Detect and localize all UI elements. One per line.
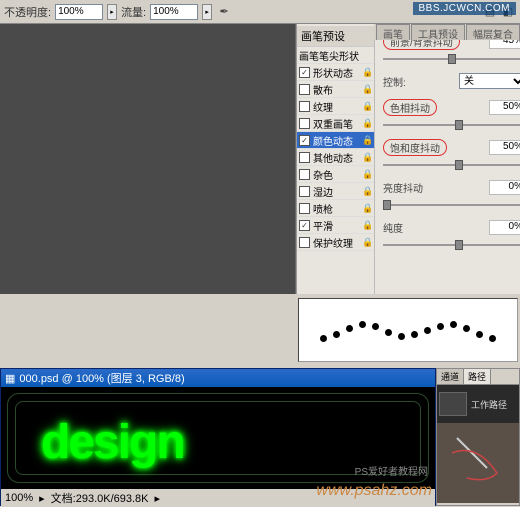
doc-size-info: 文档:293.0K/693.8K	[51, 490, 149, 506]
panel-tabs: 画笔 工具预设 幅层复合	[374, 24, 520, 40]
lock-icon: 🔒	[362, 203, 372, 214]
brush-preset-item[interactable]: 湿边🔒	[297, 183, 374, 200]
preset-label: 画笔笔尖形状	[299, 48, 372, 63]
tab-brush[interactable]: 画笔	[376, 24, 410, 40]
tab-paths[interactable]: 路径	[464, 369, 491, 384]
checkbox-icon[interactable]: ✓	[299, 135, 310, 146]
brush-preset-item[interactable]: ✓平滑🔒	[297, 217, 374, 234]
flow-dropdown[interactable]: ▸	[202, 4, 212, 20]
color-dynamics-controls: 前景/背景抖动 45% 控制: 关 色相抖动 50% 饱和度抖动 50% 亮度抖…	[375, 24, 520, 294]
brush-preset-item[interactable]: ✓颜色动态🔒	[297, 132, 374, 149]
needle-thread-preview	[437, 423, 519, 503]
preset-label: 纹理	[313, 99, 359, 114]
brush-preset-item[interactable]: 保护纹理🔒	[297, 234, 374, 251]
brush-preset-item[interactable]: 双重画笔🔒	[297, 115, 374, 132]
brush-preset-header[interactable]: 画笔预设	[297, 26, 374, 47]
preset-label: 喷枪	[313, 201, 359, 216]
brush-preset-item[interactable]: 纹理🔒	[297, 98, 374, 115]
lock-icon: 🔒	[362, 101, 372, 112]
checkbox-icon[interactable]	[299, 84, 310, 95]
fg-bg-jitter-slider[interactable]	[383, 56, 520, 62]
lock-icon: 🔒	[362, 135, 372, 146]
brush-preset-item[interactable]: ✓形状动态🔒	[297, 64, 374, 81]
checkbox-icon[interactable]	[299, 186, 310, 197]
zoom-value[interactable]: 100%	[5, 492, 33, 504]
path-item-label: 工作路径	[471, 398, 507, 411]
watermark-url: www.psahz.com	[316, 482, 432, 500]
lock-icon: 🔒	[362, 84, 372, 95]
checkbox-icon[interactable]: ✓	[299, 67, 310, 78]
empty-canvas-area	[0, 24, 296, 294]
flow-input[interactable]	[150, 4, 198, 20]
status-dropdown-icon[interactable]: ▸	[155, 492, 161, 505]
document-icon: ▦	[5, 372, 15, 385]
checkbox-icon[interactable]	[299, 118, 310, 129]
brush-preset-item[interactable]: 画笔笔尖形状	[297, 47, 374, 64]
lock-icon: 🔒	[362, 186, 372, 197]
preset-label: 保护纹理	[313, 235, 359, 250]
control-label: 控制:	[383, 74, 453, 89]
preset-label: 平滑	[313, 218, 359, 233]
preset-label: 湿边	[313, 184, 359, 199]
flow-label: 流量:	[121, 4, 146, 20]
purity-value[interactable]: 0%	[489, 220, 520, 235]
hue-jitter-label: 色相抖动	[383, 99, 437, 116]
path-thumbnail	[439, 392, 467, 416]
sat-jitter-value[interactable]: 50%	[489, 140, 520, 155]
hue-jitter-value[interactable]: 50%	[489, 100, 520, 115]
preset-label: 颜色动态	[313, 133, 359, 148]
zoom-dropdown-icon[interactable]: ▸	[39, 492, 45, 505]
opacity-label: 不透明度:	[4, 4, 51, 20]
brush-panel: 画笔预设 画笔笔尖形状✓形状动态🔒散布🔒纹理🔒双重画笔🔒✓颜色动态🔒其他动态🔒杂…	[296, 24, 520, 294]
checkbox-icon[interactable]: ✓	[299, 220, 310, 231]
document-titlebar[interactable]: ▦ 000.psd @ 100% (图层 3, RGB/8)	[1, 369, 435, 387]
checkbox-icon[interactable]	[299, 203, 310, 214]
document-title-text: 000.psd @ 100% (图层 3, RGB/8)	[19, 370, 184, 386]
preset-label: 散布	[313, 82, 359, 97]
control-select[interactable]: 关	[459, 73, 520, 89]
purity-slider[interactable]	[383, 242, 520, 248]
brush-preset-item[interactable]: 其他动态🔒	[297, 149, 374, 166]
checkbox-icon[interactable]	[299, 237, 310, 248]
stroke-dots	[320, 327, 496, 334]
bri-jitter-slider[interactable]	[383, 202, 520, 208]
hue-jitter-slider[interactable]	[383, 122, 520, 128]
bri-jitter-value[interactable]: 0%	[489, 180, 520, 195]
path-list-item[interactable]: 工作路径	[437, 385, 519, 423]
lock-icon: 🔒	[362, 237, 372, 248]
watermark-ps-text: PS爱好者教程网	[355, 463, 428, 478]
checkbox-icon[interactable]	[299, 169, 310, 180]
brush-preset-item[interactable]: 散布🔒	[297, 81, 374, 98]
lock-icon: 🔒	[362, 169, 372, 180]
lock-icon: 🔒	[362, 67, 372, 78]
lock-icon: 🔒	[362, 220, 372, 231]
paths-panel: 通道 路径 工作路径	[436, 368, 520, 506]
preset-label: 形状动态	[313, 65, 359, 80]
neon-text: design	[41, 415, 184, 470]
tab-layer-comp[interactable]: 幅层复合	[466, 24, 520, 40]
watermark-header: BBS.JCWCN.COM	[413, 2, 517, 15]
preset-label: 双重画笔	[313, 116, 359, 131]
lock-icon: 🔒	[362, 118, 372, 129]
brush-preset-item[interactable]: 喷枪🔒	[297, 200, 374, 217]
checkbox-icon[interactable]	[299, 152, 310, 163]
sat-jitter-label: 饱和度抖动	[383, 139, 447, 156]
sat-jitter-slider[interactable]	[383, 162, 520, 168]
opacity-dropdown[interactable]: ▸	[107, 4, 117, 20]
preset-label: 杂色	[313, 167, 359, 182]
brush-preset-item[interactable]: 杂色🔒	[297, 166, 374, 183]
brush-preset-list: 画笔预设 画笔笔尖形状✓形状动态🔒散布🔒纹理🔒双重画笔🔒✓颜色动态🔒其他动态🔒杂…	[297, 24, 375, 294]
bri-jitter-label: 亮度抖动	[383, 180, 453, 195]
tab-tool-preset[interactable]: 工具预设	[411, 24, 465, 40]
checkbox-icon[interactable]	[299, 101, 310, 112]
lock-icon: 🔒	[362, 152, 372, 163]
tab-channels[interactable]: 通道	[437, 369, 464, 384]
purity-label: 纯度	[383, 220, 453, 235]
preset-label: 其他动态	[313, 150, 359, 165]
brush-stroke-preview	[298, 298, 518, 362]
airbrush-icon[interactable]: ✒	[216, 4, 232, 20]
opacity-input[interactable]	[55, 4, 103, 20]
needle-icon	[437, 423, 520, 503]
